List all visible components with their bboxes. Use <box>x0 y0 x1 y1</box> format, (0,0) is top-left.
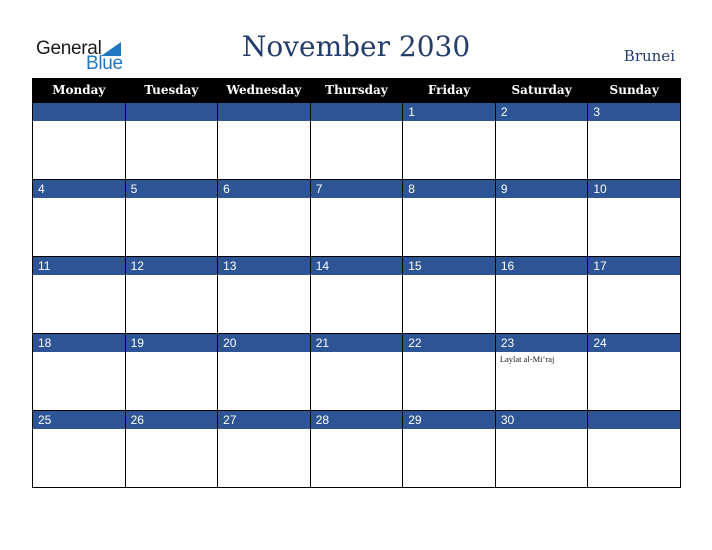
day-number: 14 <box>310 257 403 275</box>
day-number: 17 <box>588 257 680 275</box>
day-number: 19 <box>125 334 218 352</box>
weekday-header: Wednesday <box>217 78 311 103</box>
day-cell[interactable]: 11 <box>32 256 126 334</box>
day-cell[interactable]: 2 <box>494 102 589 180</box>
day-cell[interactable] <box>217 102 311 180</box>
day-cell[interactable]: 15 <box>402 256 496 334</box>
week-row: 4 5 6 7 8 9 10 <box>32 179 681 257</box>
day-number: 13 <box>218 257 310 275</box>
day-cell[interactable]: 8 <box>402 179 496 257</box>
calendar-grid: Monday Tuesday Wednesday Thursday Friday… <box>32 78 681 488</box>
week-row: 11 12 13 14 15 16 17 <box>32 256 681 334</box>
day-number <box>33 103 125 121</box>
day-number: 16 <box>495 257 588 275</box>
weekday-header: Monday <box>32 78 126 103</box>
day-cell[interactable]: 30 <box>494 410 589 488</box>
weekday-header: Tuesday <box>124 78 219 103</box>
day-number: 23 <box>495 334 588 352</box>
day-number: 30 <box>495 411 588 429</box>
calendar-title: November 2030 <box>241 30 471 63</box>
day-cell[interactable]: 20 <box>217 333 311 411</box>
day-number: 12 <box>125 257 218 275</box>
day-cell[interactable]: 21 <box>309 333 404 411</box>
day-number: 8 <box>403 180 495 198</box>
day-number <box>218 103 310 121</box>
day-cell[interactable]: 24 <box>587 333 681 411</box>
weekday-header-row: Monday Tuesday Wednesday Thursday Friday… <box>32 78 681 103</box>
day-cell[interactable]: 29 <box>402 410 496 488</box>
day-cell[interactable]: 12 <box>124 256 219 334</box>
day-cell[interactable]: 1 <box>402 102 496 180</box>
week-row: 18 19 20 21 22 23 Laylat al-Mi’raj 24 <box>32 333 681 411</box>
day-number: 28 <box>310 411 403 429</box>
day-number: 25 <box>33 411 125 429</box>
day-number: 7 <box>310 180 403 198</box>
day-number: 1 <box>403 103 495 121</box>
day-number: 24 <box>588 334 680 352</box>
day-number: 27 <box>218 411 310 429</box>
day-cell[interactable]: 26 <box>124 410 219 488</box>
day-cell[interactable]: 22 <box>402 333 496 411</box>
day-cell[interactable]: 19 <box>124 333 219 411</box>
country-label: Brunei <box>623 47 675 65</box>
day-number: 22 <box>403 334 495 352</box>
day-number <box>310 103 403 121</box>
day-number: 3 <box>588 103 680 121</box>
day-number: 9 <box>495 180 588 198</box>
day-number <box>125 103 218 121</box>
weekday-header: Thursday <box>309 78 404 103</box>
day-cell[interactable]: 9 <box>494 179 589 257</box>
day-cell[interactable] <box>124 102 219 180</box>
weekday-header: Saturday <box>494 78 589 103</box>
day-cell[interactable]: 13 <box>217 256 311 334</box>
day-cell[interactable]: 3 <box>587 102 681 180</box>
day-cell[interactable]: 7 <box>309 179 404 257</box>
day-number: 21 <box>310 334 403 352</box>
day-cell[interactable] <box>32 102 126 180</box>
day-number: 5 <box>125 180 218 198</box>
day-cell[interactable]: 18 <box>32 333 126 411</box>
day-cell[interactable]: 5 <box>124 179 219 257</box>
weekday-header: Friday <box>402 78 496 103</box>
day-cell[interactable] <box>587 410 681 488</box>
day-cell[interactable]: 23 Laylat al-Mi’raj <box>494 333 589 411</box>
day-cell[interactable]: 16 <box>494 256 589 334</box>
day-cell[interactable]: 6 <box>217 179 311 257</box>
weekday-header: Sunday <box>587 78 681 103</box>
day-number: 6 <box>218 180 310 198</box>
day-cell[interactable]: 25 <box>32 410 126 488</box>
day-number: 2 <box>495 103 588 121</box>
day-cell[interactable]: 28 <box>309 410 404 488</box>
day-number: 4 <box>33 180 125 198</box>
day-cell[interactable]: 17 <box>587 256 681 334</box>
day-number: 11 <box>33 257 125 275</box>
day-number: 10 <box>588 180 680 198</box>
day-cell[interactable]: 4 <box>32 179 126 257</box>
day-cell[interactable]: 27 <box>217 410 311 488</box>
day-cell[interactable]: 14 <box>309 256 404 334</box>
day-cell[interactable]: 10 <box>587 179 681 257</box>
holiday-label: Laylat al-Mi’raj <box>499 354 555 364</box>
day-number: 15 <box>403 257 495 275</box>
day-number: 20 <box>218 334 310 352</box>
day-number: 29 <box>403 411 495 429</box>
week-row: 123 <box>32 102 681 180</box>
day-cell[interactable] <box>309 102 404 180</box>
day-number: 26 <box>125 411 218 429</box>
day-number: 18 <box>33 334 125 352</box>
day-number <box>588 411 680 429</box>
week-row: 25 26 27 28 29 30 <box>32 410 681 488</box>
